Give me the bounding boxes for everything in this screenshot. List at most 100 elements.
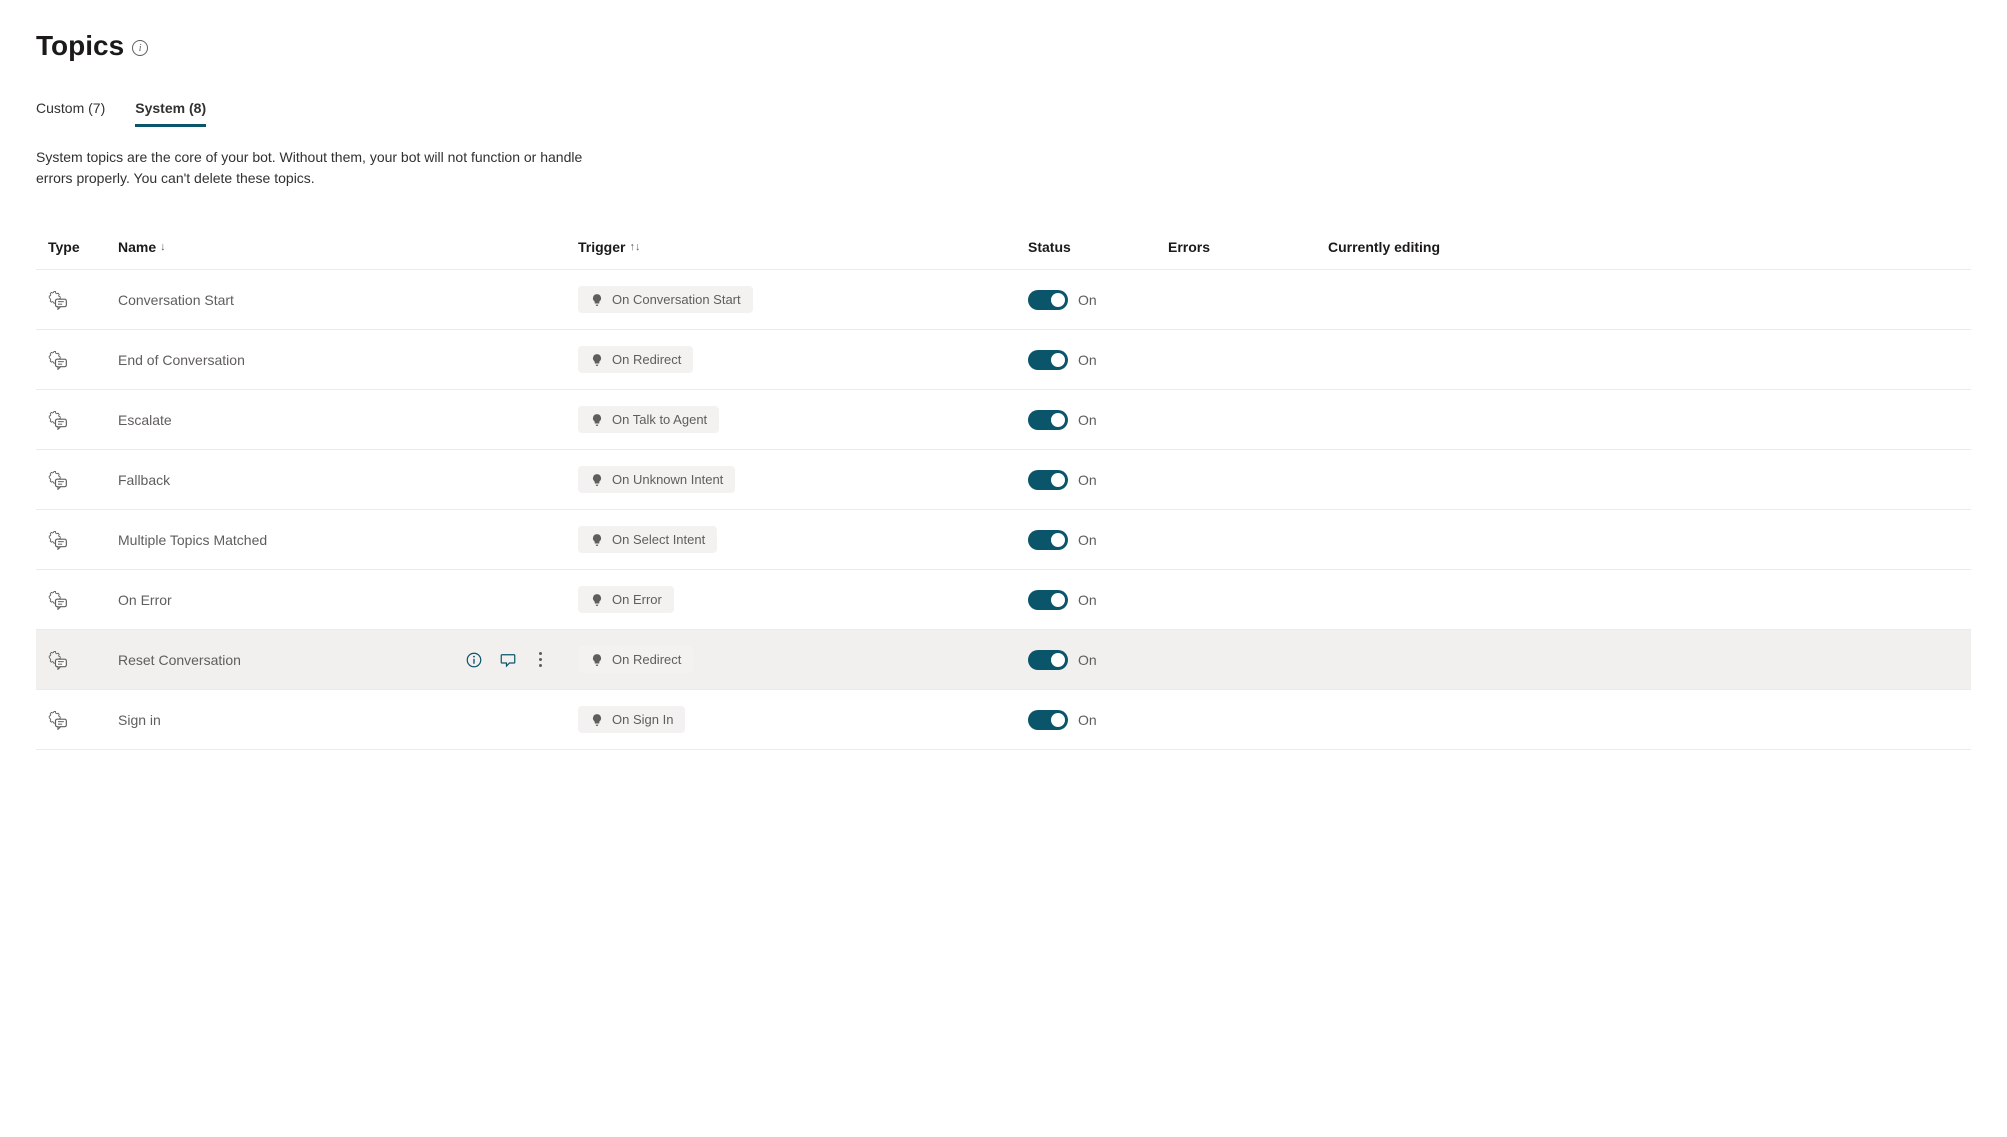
topic-name[interactable]: Escalate bbox=[118, 412, 172, 428]
name-cell: Escalate bbox=[118, 412, 578, 428]
status-toggle[interactable] bbox=[1028, 410, 1068, 430]
table-row[interactable]: Escalate On Talk to Agent On bbox=[36, 390, 1971, 450]
system-topic-icon bbox=[48, 350, 68, 370]
table-row[interactable]: Multiple Topics Matched On Select Intent… bbox=[36, 510, 1971, 570]
trigger-chip[interactable]: On Sign In bbox=[578, 706, 685, 733]
system-topic-icon bbox=[48, 710, 68, 730]
lightbulb-icon bbox=[590, 293, 604, 307]
column-type[interactable]: Type bbox=[48, 239, 118, 255]
trigger-cell: On Talk to Agent bbox=[578, 406, 1028, 433]
name-cell: Multiple Topics Matched bbox=[118, 532, 578, 548]
details-icon[interactable] bbox=[465, 651, 483, 669]
table-row[interactable]: End of Conversation On Redirect On bbox=[36, 330, 1971, 390]
trigger-chip[interactable]: On Redirect bbox=[578, 646, 693, 673]
trigger-label: On Redirect bbox=[612, 352, 681, 367]
trigger-cell: On Error bbox=[578, 586, 1028, 613]
system-topic-icon bbox=[48, 530, 68, 550]
trigger-chip[interactable]: On Unknown Intent bbox=[578, 466, 735, 493]
table-row[interactable]: Conversation Start On Conversation Start… bbox=[36, 270, 1971, 330]
system-topic-icon bbox=[48, 590, 68, 610]
status-toggle[interactable] bbox=[1028, 350, 1068, 370]
name-cell: Reset Conversation bbox=[118, 650, 578, 669]
system-topic-icon bbox=[48, 290, 68, 310]
tab-system-label: System bbox=[135, 100, 185, 116]
topic-name[interactable]: Conversation Start bbox=[118, 292, 234, 308]
table-row[interactable]: On Error On Error On bbox=[36, 570, 1971, 630]
lightbulb-icon bbox=[590, 473, 604, 487]
system-topic-icon bbox=[48, 650, 68, 670]
row-actions bbox=[465, 650, 548, 669]
status-toggle[interactable] bbox=[1028, 710, 1068, 730]
name-cell: Conversation Start bbox=[118, 292, 578, 308]
trigger-chip[interactable]: On Redirect bbox=[578, 346, 693, 373]
trigger-cell: On Select Intent bbox=[578, 526, 1028, 553]
name-cell: Fallback bbox=[118, 472, 578, 488]
trigger-label: On Conversation Start bbox=[612, 292, 741, 307]
status-toggle[interactable] bbox=[1028, 650, 1068, 670]
trigger-label: On Unknown Intent bbox=[612, 472, 723, 487]
name-cell: End of Conversation bbox=[118, 352, 578, 368]
table-row[interactable]: Fallback On Unknown Intent On bbox=[36, 450, 1971, 510]
name-cell: Sign in bbox=[118, 712, 578, 728]
status-cell: On bbox=[1028, 590, 1168, 610]
status-toggle[interactable] bbox=[1028, 290, 1068, 310]
trigger-cell: On Sign In bbox=[578, 706, 1028, 733]
topic-name[interactable]: Fallback bbox=[118, 472, 170, 488]
trigger-label: On Error bbox=[612, 592, 662, 607]
trigger-label: On Redirect bbox=[612, 652, 681, 667]
system-topic-icon bbox=[48, 470, 68, 490]
status-cell: On bbox=[1028, 410, 1168, 430]
tab-system[interactable]: System (8) bbox=[135, 92, 206, 127]
status-toggle[interactable] bbox=[1028, 470, 1068, 490]
trigger-cell: On Redirect bbox=[578, 346, 1028, 373]
status-cell: On bbox=[1028, 470, 1168, 490]
status-label: On bbox=[1078, 592, 1097, 608]
status-cell: On bbox=[1028, 350, 1168, 370]
info-icon[interactable]: i bbox=[132, 40, 148, 56]
trigger-chip[interactable]: On Select Intent bbox=[578, 526, 717, 553]
system-topic-icon bbox=[48, 410, 68, 430]
tab-custom-label: Custom bbox=[36, 100, 84, 116]
trigger-label: On Select Intent bbox=[612, 532, 705, 547]
lightbulb-icon bbox=[590, 533, 604, 547]
status-label: On bbox=[1078, 472, 1097, 488]
column-editing[interactable]: Currently editing bbox=[1328, 239, 1448, 255]
trigger-chip[interactable]: On Talk to Agent bbox=[578, 406, 719, 433]
lightbulb-icon bbox=[590, 653, 604, 667]
status-label: On bbox=[1078, 412, 1097, 428]
column-errors[interactable]: Errors bbox=[1168, 239, 1328, 255]
column-status[interactable]: Status bbox=[1028, 239, 1168, 255]
status-label: On bbox=[1078, 712, 1097, 728]
topic-name[interactable]: On Error bbox=[118, 592, 172, 608]
trigger-chip[interactable]: On Error bbox=[578, 586, 674, 613]
trigger-chip[interactable]: On Conversation Start bbox=[578, 286, 753, 313]
status-toggle[interactable] bbox=[1028, 530, 1068, 550]
topic-name[interactable]: Multiple Topics Matched bbox=[118, 532, 267, 548]
topic-name[interactable]: End of Conversation bbox=[118, 352, 245, 368]
status-cell: On bbox=[1028, 290, 1168, 310]
lightbulb-icon bbox=[590, 413, 604, 427]
status-toggle[interactable] bbox=[1028, 590, 1068, 610]
page-title: Topics bbox=[36, 30, 124, 62]
status-label: On bbox=[1078, 652, 1097, 668]
topic-name[interactable]: Reset Conversation bbox=[118, 652, 241, 668]
lightbulb-icon bbox=[590, 593, 604, 607]
column-trigger[interactable]: Trigger ↑↓ bbox=[578, 239, 1028, 255]
status-cell: On bbox=[1028, 530, 1168, 550]
table-row[interactable]: Reset Conversation On Redirect On bbox=[36, 630, 1971, 690]
tabs: Custom (7) System (8) bbox=[36, 92, 1971, 127]
column-name[interactable]: Name ↓ bbox=[118, 239, 578, 255]
topics-table: Type Name ↓ Trigger ↑↓ Status Errors Cur… bbox=[36, 229, 1971, 750]
table-row[interactable]: Sign in On Sign In On bbox=[36, 690, 1971, 750]
status-label: On bbox=[1078, 532, 1097, 548]
more-options-icon[interactable] bbox=[533, 650, 548, 669]
lightbulb-icon bbox=[590, 713, 604, 727]
tab-custom[interactable]: Custom (7) bbox=[36, 92, 105, 127]
trigger-cell: On Unknown Intent bbox=[578, 466, 1028, 493]
status-label: On bbox=[1078, 352, 1097, 368]
topic-name[interactable]: Sign in bbox=[118, 712, 161, 728]
name-cell: On Error bbox=[118, 592, 578, 608]
comment-icon[interactable] bbox=[499, 651, 517, 669]
page-header: Topics i bbox=[36, 30, 1971, 62]
sort-down-icon: ↓ bbox=[160, 241, 166, 253]
